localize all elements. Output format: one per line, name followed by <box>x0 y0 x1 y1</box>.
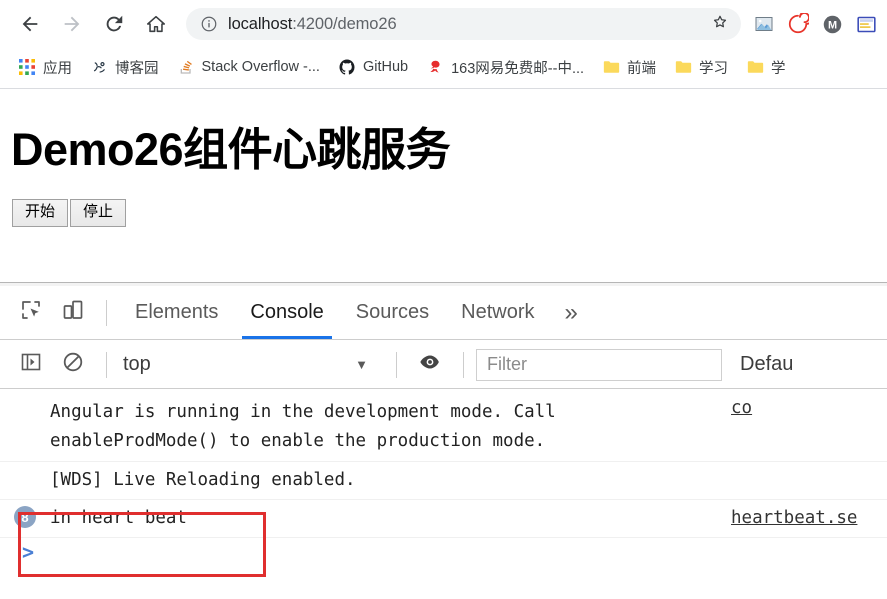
browser-toolbar: localhost:4200/demo26 M <box>0 0 887 48</box>
bookmark-star-button[interactable] <box>705 9 735 39</box>
forward-arrow-icon <box>61 13 83 35</box>
bookmark-label: 163网易免费邮--中... <box>451 60 585 77</box>
execution-context-value: top <box>123 353 151 375</box>
netease-mail-icon <box>426 58 444 76</box>
forward-button[interactable] <box>54 6 90 42</box>
device-toolbar-button[interactable] <box>52 292 94 334</box>
address-bar[interactable]: localhost:4200/demo26 <box>186 8 741 40</box>
url-path: :4200/demo26 <box>292 14 397 33</box>
inspect-element-button[interactable] <box>10 292 52 334</box>
live-expression-button[interactable] <box>409 344 451 386</box>
toolbar-divider <box>106 299 107 326</box>
execution-context-selector[interactable]: top ▼ <box>119 353 384 376</box>
message-badge-slot <box>0 398 50 399</box>
live-expression-eye-icon <box>417 349 443 380</box>
chevron-down-icon: ▼ <box>355 357 368 372</box>
more-tabs-button[interactable]: » <box>551 286 592 339</box>
tab-network[interactable]: Network <box>445 286 550 339</box>
web-page-viewport: Demo26组件心跳服务 开始 停止 <box>0 89 887 282</box>
prompt-chevron-icon: > <box>22 540 35 564</box>
console-message-text: [WDS] Live Reloading enabled. <box>50 470 356 490</box>
github-icon <box>338 58 356 76</box>
bookmark-label: 前端 <box>627 60 657 77</box>
clear-console-button[interactable] <box>52 344 94 386</box>
console-sidebar-icon <box>19 350 43 379</box>
clear-console-icon <box>61 350 85 379</box>
start-button[interactable]: 开始 <box>12 199 69 227</box>
console-message-source-link[interactable]: co <box>709 395 887 422</box>
console-sidebar-button[interactable] <box>10 344 52 386</box>
folder-icon <box>674 58 692 76</box>
console-message-list[interactable]: Angular is running in the development mo… <box>0 390 887 599</box>
devtools-tabbar: Elements Console Sources Network » <box>0 286 887 340</box>
bookmark-github[interactable]: GitHub <box>330 53 416 81</box>
message-badge-slot <box>0 467 50 468</box>
bookmark-folder-partial[interactable]: 学 <box>738 53 794 81</box>
tab-console[interactable]: Console <box>234 286 339 339</box>
tab-elements[interactable]: Elements <box>119 286 234 339</box>
reload-button[interactable] <box>96 6 132 42</box>
url-host: localhost <box>228 14 293 33</box>
page-action-buttons: 开始 停止 <box>12 199 127 227</box>
screenshot-extension-icon[interactable] <box>749 9 779 39</box>
url-text: localhost:4200/demo26 <box>228 15 705 34</box>
reload-icon <box>103 13 125 35</box>
info-circle-icon[interactable] <box>200 15 218 33</box>
bookmark-label: 博客园 <box>115 60 159 77</box>
message-badge-slot: 8 <box>0 505 50 528</box>
svg-text:M: M <box>827 19 836 31</box>
bookmark-folder-study[interactable]: 学习 <box>666 53 736 81</box>
console-message-row[interactable]: 8 in heart beat heartbeat.se <box>0 500 887 538</box>
home-button[interactable] <box>138 6 174 42</box>
browser-chrome: localhost:4200/demo26 M 应用 博客园 Stack Ove… <box>0 0 887 89</box>
bookmarks-bar: 应用 博客园 Stack Overflow -... GitHub 163网易免… <box>0 48 887 86</box>
console-toolbar: top ▼ Defau <box>0 341 887 389</box>
home-icon <box>145 13 167 35</box>
toolbar-divider <box>463 351 464 378</box>
repeat-count-badge: 8 <box>14 506 36 528</box>
bookmark-label: 学习 <box>699 60 729 77</box>
console-message-source-link[interactable]: heartbeat.se <box>709 505 887 532</box>
folder-icon <box>746 58 764 76</box>
bookmark-cnblogs[interactable]: 博客园 <box>82 53 167 81</box>
console-filter-input[interactable] <box>476 348 722 381</box>
bookmark-label: 学 <box>771 60 786 77</box>
bookmark-stackoverflow[interactable]: Stack Overflow -... <box>169 53 328 81</box>
device-toolbar-icon <box>61 298 85 327</box>
page-title: Demo26组件心跳服务 <box>11 124 451 175</box>
console-input-prompt[interactable]: > <box>0 538 887 566</box>
console-message-row[interactable]: Angular is running in the development mo… <box>0 390 887 462</box>
back-button[interactable] <box>12 6 48 42</box>
bookmark-netease-mail[interactable]: 163网易免费邮--中... <box>418 53 592 81</box>
spiral-extension-icon[interactable] <box>783 9 813 39</box>
stackoverflow-icon <box>177 58 195 76</box>
bookmark-label: 应用 <box>43 60 72 77</box>
extension-icons: M <box>745 9 887 39</box>
cnblogs-icon <box>90 58 108 76</box>
back-arrow-icon <box>19 13 41 35</box>
bookmark-label: GitHub <box>362 59 409 75</box>
inspect-element-icon <box>19 298 43 327</box>
stop-button[interactable]: 停止 <box>70 199 127 227</box>
console-message-row[interactable]: [WDS] Live Reloading enabled. <box>0 462 887 500</box>
log-level-selector[interactable]: Defau <box>740 353 793 376</box>
toolbar-divider <box>396 351 397 378</box>
form-extension-icon[interactable] <box>851 9 881 39</box>
apps-grid-icon <box>18 58 36 76</box>
folder-icon <box>602 58 620 76</box>
tab-sources[interactable]: Sources <box>340 286 445 339</box>
bookmark-folder-frontend[interactable]: 前端 <box>594 53 664 81</box>
bookmark-apps[interactable]: 应用 <box>10 53 80 81</box>
toolbar-divider <box>106 351 107 378</box>
m-extension-icon[interactable]: M <box>817 9 847 39</box>
devtools-panel: Elements Console Sources Network » top ▼… <box>0 282 887 599</box>
bookmark-label: Stack Overflow -... <box>201 59 320 75</box>
star-icon <box>710 12 730 37</box>
